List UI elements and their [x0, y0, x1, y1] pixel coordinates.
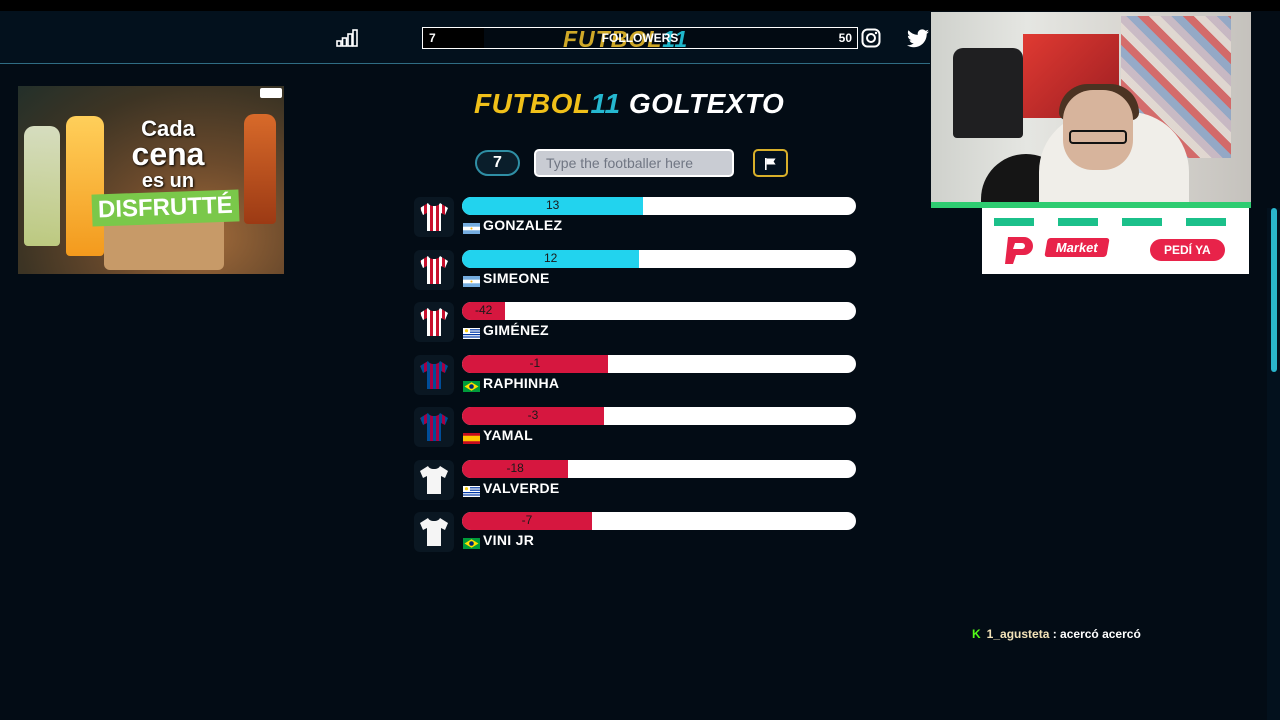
- ad-bottle: [24, 126, 60, 246]
- footballer-search-input[interactable]: [534, 149, 734, 177]
- distance-value: -1: [529, 355, 541, 370]
- player-name: SIMEONE: [483, 269, 550, 286]
- guess-row: -42 GIMÉNEZ: [412, 302, 857, 344]
- twitter-icon[interactable]: [906, 29, 930, 49]
- chat-separator: :: [1049, 627, 1061, 641]
- sponsor-cta-button[interactable]: PEDÍ YA: [1150, 239, 1225, 261]
- player-name: GONZALEZ: [483, 217, 563, 233]
- chat-message: K 1_agusteta : acercó acercó: [972, 627, 1141, 641]
- distance-bar: -7: [462, 512, 856, 530]
- ad-bottle: [244, 114, 276, 224]
- chat-text: acercó acercó: [1060, 627, 1141, 641]
- nationality-flag-icon: [463, 536, 480, 549]
- followers-label: FOLLOWERS: [601, 31, 679, 45]
- ad-info-icon[interactable]: [260, 88, 282, 98]
- kick-badge-icon: K: [972, 627, 981, 641]
- distance-value: 13: [545, 198, 560, 212]
- team-shirt-icon: [414, 407, 454, 447]
- distance-value: 12: [543, 250, 558, 265]
- followers-current: 7: [429, 31, 436, 45]
- nationality-flag-icon: [463, 221, 480, 234]
- player-name: VINI JR: [483, 532, 535, 548]
- scrollbar[interactable]: [1267, 208, 1280, 720]
- instagram-icon[interactable]: [861, 28, 881, 48]
- nationality-flag-icon: [463, 379, 480, 392]
- team-shirt-icon: [414, 249, 454, 290]
- player-name: YAMAL: [483, 427, 533, 443]
- ad-brand-text: DISFRUTTÉ: [91, 189, 240, 227]
- header-bar: FUTBOL11 FOLLOWERS 7 50: [0, 11, 930, 64]
- player-name: GIMÉNEZ: [483, 322, 549, 338]
- distance-bar: -18: [462, 459, 856, 478]
- guess-row: -7 VINI JR: [412, 512, 857, 554]
- nationality-flag-icon: [463, 484, 480, 497]
- top-strip: [0, 0, 1280, 11]
- distance-bar: -1: [462, 354, 856, 373]
- followers-goal: 50: [838, 31, 852, 45]
- distance-value: -7: [521, 513, 533, 527]
- nationality-flag-icon: [463, 326, 480, 339]
- sponsor-banner[interactable]: Market PEDÍ YA: [982, 208, 1249, 274]
- team-shirt-icon: [414, 302, 454, 342]
- flag-icon: [765, 158, 776, 170]
- advertisement[interactable]: Cada cena es un DISFRUTTÉ: [18, 86, 284, 274]
- guess-row: -18 VALVERDE: [412, 459, 857, 502]
- guess-row: -1 RAPHINHA: [412, 354, 857, 397]
- chat-username[interactable]: 1_agusteta: [987, 627, 1050, 641]
- team-shirt-icon: [414, 354, 454, 395]
- team-shirt-icon: [414, 459, 454, 500]
- guess-row: 12 SIMEONE: [412, 249, 857, 292]
- distance-bar: 12: [462, 249, 856, 268]
- webcam-overlay: [931, 12, 1251, 208]
- distance-value: -42: [474, 303, 493, 317]
- page-title: FUTBOL11 GOLTEXTO: [474, 88, 785, 119]
- tries-counter: 7: [475, 150, 520, 176]
- guess-row: 13 GONZALEZ: [412, 197, 857, 239]
- distance-bar: -3: [462, 407, 856, 425]
- guess-row: -3 YAMAL: [412, 407, 857, 449]
- distance-value: -3: [527, 408, 539, 422]
- followers-progress-bar: FUTBOL11 FOLLOWERS 7 50: [422, 26, 858, 52]
- distance-value: -18: [506, 460, 524, 475]
- player-name: VALVERDE: [483, 479, 560, 496]
- team-shirt-icon: [414, 197, 454, 237]
- stats-icon[interactable]: [336, 29, 358, 47]
- give-up-button[interactable]: [753, 149, 788, 177]
- scrollbar-thumb[interactable]: [1271, 208, 1277, 372]
- player-name: RAPHINHA: [483, 374, 560, 391]
- nationality-flag-icon: [463, 274, 480, 287]
- ad-text-line: cena: [131, 136, 205, 172]
- team-shirt-icon: [414, 512, 454, 552]
- sponsor-brand: Market: [1044, 238, 1110, 257]
- distance-bar: -42: [462, 302, 856, 320]
- nationality-flag-icon: [463, 431, 480, 444]
- pedidosya-logo-icon: [1002, 235, 1040, 265]
- distance-bar: 13: [462, 197, 856, 215]
